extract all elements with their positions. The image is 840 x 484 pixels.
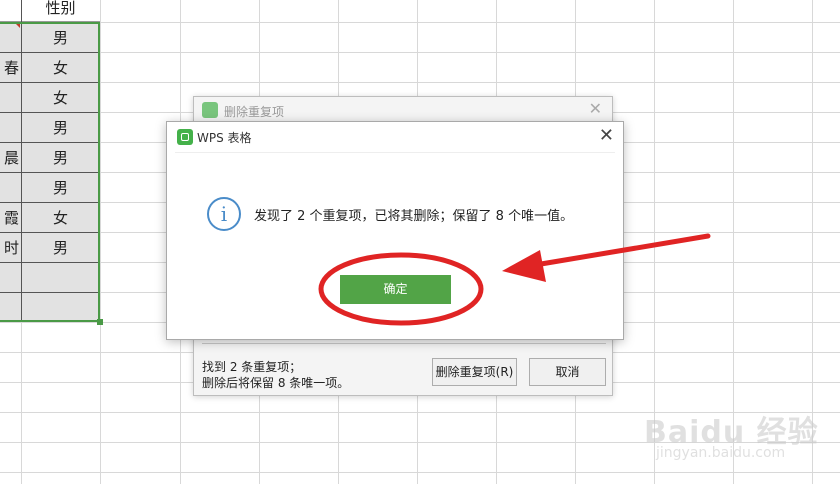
- logo-mark: [181, 133, 189, 141]
- summary-text: 找到 2 条重复项； 删除后将保留 8 条唯一项。: [202, 359, 349, 391]
- wps-logo-icon: [177, 129, 193, 145]
- titlebar-divider: [175, 152, 615, 153]
- close-icon[interactable]: ✕: [599, 125, 614, 146]
- ok-button[interactable]: 确定: [340, 275, 451, 304]
- dialog-title: 删除重复项: [224, 105, 285, 119]
- selection-border: [0, 22, 100, 322]
- baidu-jingyan-watermark: Baidu 经验 jingyan.baidu.com: [640, 395, 830, 465]
- screen: 性别 春晨霞时 男女女男男男女男 删除重复项 ✕ 找到 2 条重复项； 删除后将…: [0, 0, 840, 484]
- close-icon[interactable]: ✕: [589, 99, 602, 118]
- dialog-title: WPS 表格: [197, 131, 252, 145]
- cancel-button[interactable]: 取消: [529, 358, 606, 386]
- info-icon: i: [207, 197, 241, 231]
- divider: [202, 343, 606, 344]
- watermark-url: jingyan.baidu.com: [656, 445, 786, 461]
- wps-logo-icon: [202, 102, 218, 118]
- result-message: 发现了 2 个重复项，已将其删除；保留了 8 个唯一值。: [254, 209, 574, 224]
- keep-count-text: 删除后将保留 8 条唯一项。: [202, 376, 350, 390]
- found-count-text: 找到 2 条重复项；: [202, 360, 302, 374]
- fill-handle[interactable]: [97, 319, 103, 325]
- column-header-gender[interactable]: 性别: [21, 0, 100, 23]
- wps-message-dialog: WPS 表格 ✕ i 发现了 2 个重复项，已将其删除；保留了 8 个唯一值。 …: [166, 121, 624, 340]
- remove-duplicates-button[interactable]: 删除重复项(R): [432, 358, 517, 386]
